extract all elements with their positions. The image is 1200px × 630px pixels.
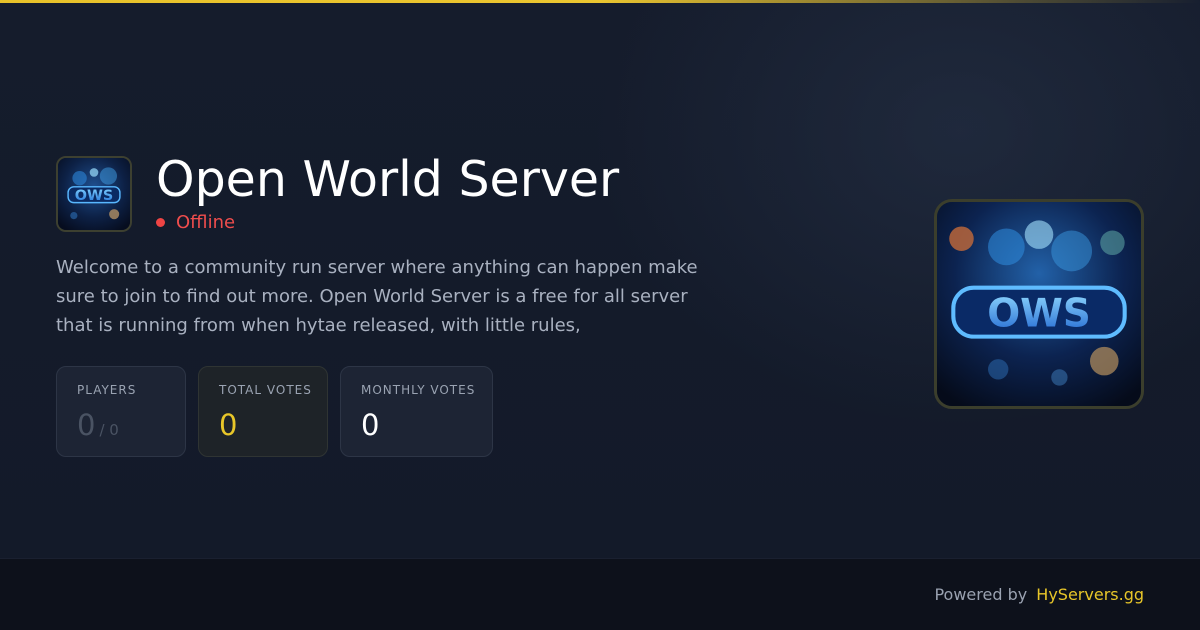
svg-text:OWS: OWS [987, 291, 1091, 336]
brand-link[interactable]: HyServers.gg [1036, 585, 1144, 604]
server-icon: OWS [56, 156, 132, 232]
server-title: Open World Server [156, 151, 620, 208]
accent-top-bar [0, 0, 1200, 3]
footer: Powered by HyServers.gg [0, 558, 1200, 630]
monthly-votes-stat-card: MONTHLY VOTES 0 [340, 366, 493, 457]
powered-by-label: Powered by [934, 585, 1028, 604]
players-stat-card: PLAYERS 0/ 0 [56, 366, 186, 457]
players-value-row: 0/ 0 [77, 405, 119, 450]
ows-banner-icon: OWS [937, 202, 1141, 406]
monthly-votes-label: MONTHLY VOTES [361, 383, 476, 397]
server-banner-image: OWS [934, 199, 1144, 409]
monthly-votes-value: 0 [361, 408, 380, 442]
players-max: / 0 [99, 421, 119, 439]
total-votes-label: TOTAL VOTES [219, 383, 312, 397]
players-label: PLAYERS [77, 383, 137, 397]
players-count: 0 [77, 408, 96, 442]
status-dot-icon [156, 218, 165, 227]
status-indicator: Offline [156, 212, 235, 233]
powered-by: Powered by HyServers.gg [934, 585, 1144, 604]
server-description: Welcome to a community run server where … [56, 257, 698, 336]
total-votes-value: 0 [219, 408, 238, 442]
svg-text:OWS: OWS [75, 188, 113, 204]
ows-logo-icon: OWS [58, 158, 130, 230]
status-text: Offline [176, 212, 236, 233]
total-votes-stat-card: TOTAL VOTES 0 [198, 366, 328, 457]
